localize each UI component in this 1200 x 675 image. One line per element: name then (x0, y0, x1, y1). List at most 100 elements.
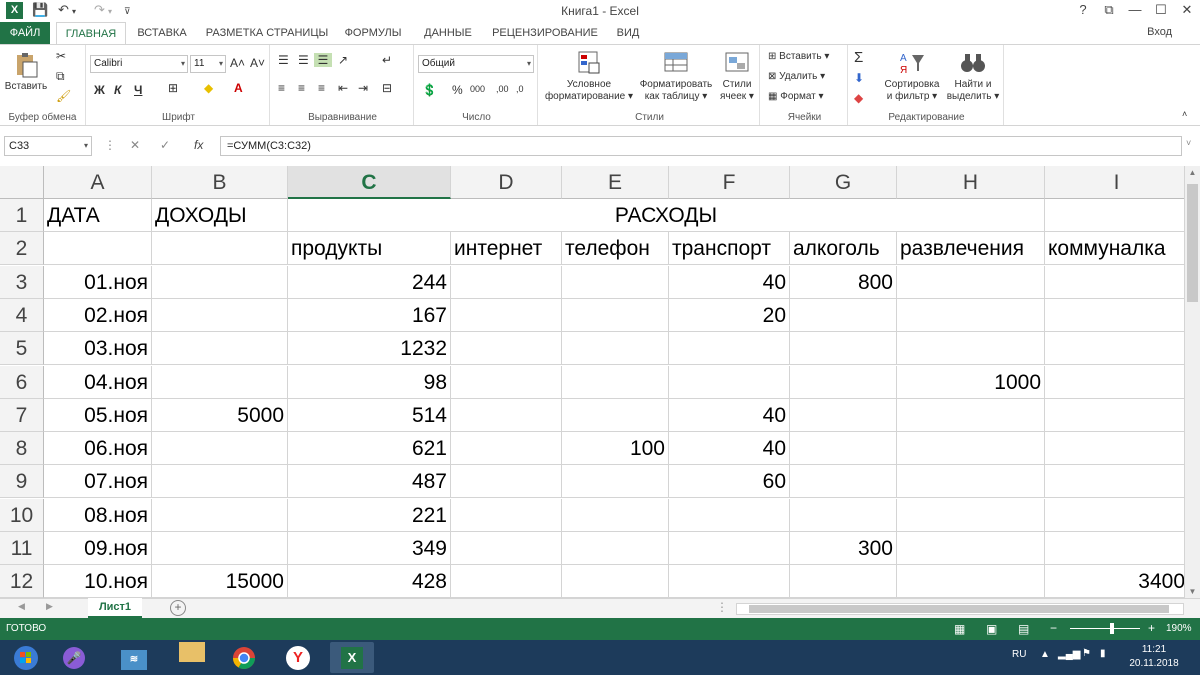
scroll-down-icon[interactable]: ▼ (1185, 587, 1200, 596)
cell-g10[interactable] (790, 498, 897, 532)
cell-a7[interactable]: 05.ноя (44, 398, 152, 432)
cell-a10[interactable]: 08.ноя (44, 498, 152, 532)
cell-a1[interactable]: ДАТА (44, 199, 152, 232)
yandex-browser-icon[interactable]: Y (276, 642, 320, 673)
vertical-scrollbar[interactable]: ▲ ▼ (1184, 166, 1200, 598)
row-header-11[interactable]: 11 (0, 532, 44, 565)
column-header-h[interactable]: H (897, 166, 1045, 199)
cell-h2[interactable]: развлечения (897, 232, 1045, 266)
cell-c8[interactable]: 621 (288, 432, 451, 466)
cell-c7[interactable]: 514 (288, 398, 451, 432)
thousands-button[interactable]: 000 (470, 84, 485, 94)
battery-icon[interactable]: ▮ (1100, 648, 1106, 659)
delete-cells-button[interactable]: ⊠ Удалить ▾ (768, 71, 825, 82)
cell-a5[interactable]: 03.ноя (44, 332, 152, 366)
cell-e7[interactable] (562, 398, 669, 432)
cell-g7[interactable] (790, 398, 897, 432)
cell-i12[interactable]: 3400 (1045, 565, 1184, 598)
chrome-icon[interactable] (222, 642, 266, 673)
cell-b6[interactable] (152, 365, 288, 399)
cell-g12[interactable] (790, 565, 897, 598)
align-middle-icon[interactable]: ☰ (298, 53, 309, 67)
cell-e8[interactable]: 100 (562, 432, 669, 466)
insert-function-icon[interactable]: fx (194, 138, 203, 152)
wrap-text-icon[interactable]: ↵ (382, 53, 392, 67)
network-icon[interactable]: ▂▄▆ (1058, 649, 1080, 660)
fill-color-icon[interactable]: ◆ (204, 81, 213, 95)
row-header-8[interactable]: 8 (0, 432, 44, 466)
align-left-icon[interactable]: ≡ (278, 81, 285, 95)
cell-h5[interactable] (897, 332, 1045, 366)
italic-button[interactable]: К (114, 83, 121, 97)
decrease-indent-icon[interactable]: ⇤ (338, 81, 348, 95)
close-button[interactable]: ✕ (1174, 2, 1200, 18)
cell-i2[interactable]: коммуналка (1045, 232, 1184, 266)
sign-in-link[interactable]: Вход (1147, 26, 1172, 38)
autosum-icon[interactable]: Σ (854, 49, 863, 66)
cell-e10[interactable] (562, 498, 669, 532)
increase-decimal-button[interactable]: ,00 (496, 84, 509, 94)
cell-c5[interactable]: 1232 (288, 332, 451, 366)
cell-styles-button[interactable]: Стили ячеек ▾ (716, 49, 758, 103)
zoom-slider-track[interactable] (1070, 628, 1140, 629)
cell-b5[interactable] (152, 332, 288, 366)
bold-button[interactable]: Ж (94, 83, 105, 97)
column-header-a[interactable]: A (44, 166, 152, 199)
number-format-combo[interactable]: Общий ▾ (418, 55, 534, 73)
cell-b9[interactable] (152, 465, 288, 499)
cell-e9[interactable] (562, 465, 669, 499)
cell-a11[interactable]: 09.ноя (44, 532, 152, 565)
cell-c6[interactable]: 98 (288, 365, 451, 399)
clock[interactable]: 11:21 20.11.2018 (1126, 643, 1182, 671)
cell-b1[interactable]: ДОХОДЫ (152, 199, 288, 232)
cell-f5[interactable] (669, 332, 790, 366)
cell-f6[interactable] (669, 365, 790, 399)
cell-f9[interactable]: 60 (669, 465, 790, 499)
prev-sheet-icon[interactable]: ◀ (18, 601, 25, 612)
language-indicator[interactable]: RU (1012, 649, 1026, 660)
grow-font-button[interactable]: A˄ (230, 56, 245, 70)
horizontal-scroll-thumb[interactable] (749, 605, 1169, 613)
cell-b4[interactable] (152, 298, 288, 332)
cell-d11[interactable] (451, 532, 562, 565)
cell-d5[interactable] (451, 332, 562, 366)
next-sheet-icon[interactable]: ▶ (46, 601, 53, 612)
cell-i7[interactable] (1045, 399, 1184, 432)
cell-c3[interactable]: 244 (288, 265, 451, 299)
row-header-7[interactable]: 7 (0, 398, 44, 432)
cell-h11[interactable] (897, 532, 1045, 565)
cell-g9[interactable] (790, 465, 897, 499)
column-header-d[interactable]: D (451, 166, 562, 199)
cell-c11[interactable]: 349 (288, 532, 451, 565)
cell-d6[interactable] (451, 365, 562, 399)
cell-c2[interactable]: продукты (288, 232, 451, 266)
cell-d8[interactable] (451, 432, 562, 466)
row-header-2[interactable]: 2 (0, 232, 44, 266)
font-color-icon[interactable]: A (234, 81, 243, 95)
cell-f3[interactable]: 40 (669, 265, 790, 299)
cell-g2[interactable]: алкоголь (790, 232, 897, 266)
app-sts-icon[interactable]: ≋ (112, 642, 156, 673)
cell-i1[interactable] (1045, 199, 1184, 232)
cell-h8[interactable] (897, 432, 1045, 466)
column-header-b[interactable]: B (152, 166, 288, 199)
tab-page-layout[interactable]: РАЗМЕТКА СТРАНИЦЫ (202, 22, 332, 44)
orientation-icon[interactable]: ↗ (338, 53, 348, 67)
align-bottom-icon[interactable]: ☰ (314, 53, 332, 67)
cell-a4[interactable]: 02.ноя (44, 298, 152, 332)
voice-assistant-icon[interactable]: 🎤 (52, 642, 96, 673)
cell-h6[interactable]: 1000 (897, 365, 1045, 399)
row-header-6[interactable]: 6 (0, 365, 44, 399)
cell-f11[interactable] (669, 532, 790, 565)
fill-icon[interactable]: ⬇ (854, 71, 864, 85)
column-header-g[interactable]: G (790, 166, 897, 199)
expand-formula-icon[interactable]: ˅ (1186, 138, 1191, 148)
find-select-button[interactable]: Найти и выделить ▾ (944, 49, 1002, 103)
cell-h9[interactable] (897, 465, 1045, 499)
font-size-combo[interactable]: 11 ▾ (190, 55, 226, 73)
cell-d12[interactable] (451, 565, 562, 598)
cell-d9[interactable] (451, 465, 562, 499)
cell-c12[interactable]: 428 (288, 565, 451, 598)
cell-b7[interactable]: 5000 (152, 398, 288, 432)
cell-a2[interactable] (44, 232, 152, 266)
